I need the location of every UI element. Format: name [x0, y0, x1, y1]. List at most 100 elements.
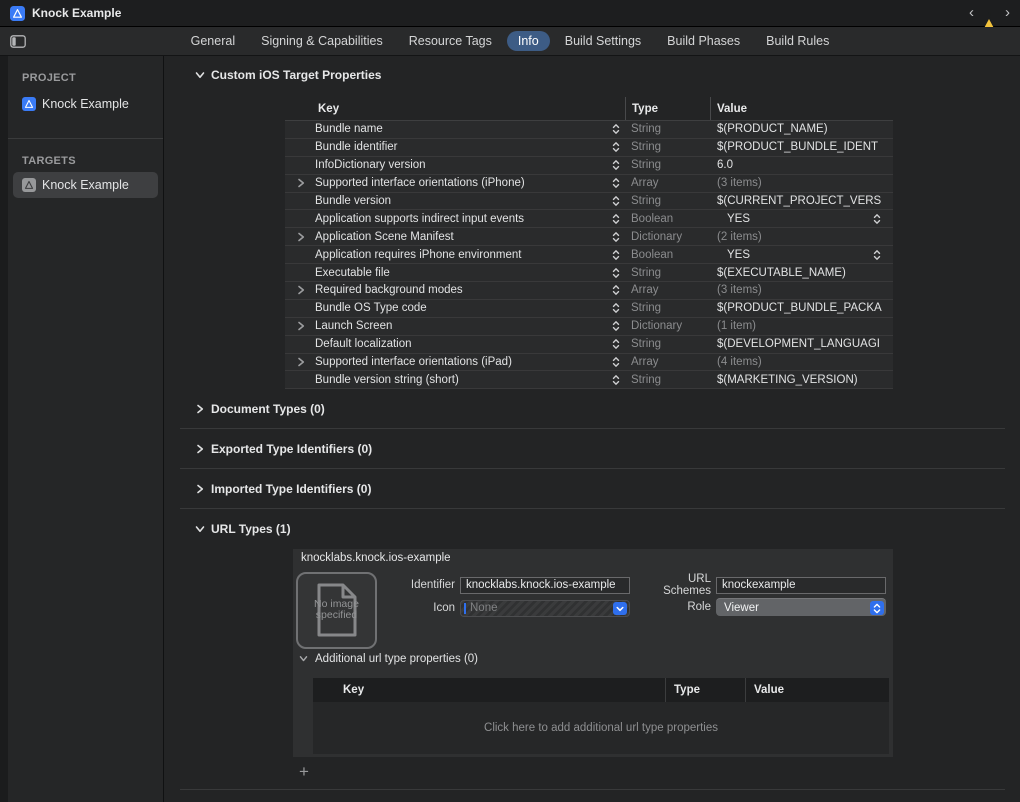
property-value[interactable]: $(CURRENT_PROJECT_VERS	[710, 195, 893, 207]
role-popup-button[interactable]: Viewer	[716, 598, 886, 616]
url-type-image-well[interactable]: No image specified	[296, 572, 377, 649]
key-stepper-icon[interactable]	[607, 159, 625, 171]
property-row[interactable]: Executable fileString$(EXECUTABLE_NAME)	[285, 264, 893, 282]
key-stepper-icon[interactable]	[607, 177, 625, 189]
chevron-down-icon[interactable]	[196, 524, 204, 534]
property-value[interactable]: $(PRODUCT_BUNDLE_PACKA	[710, 302, 893, 314]
section-separator	[180, 428, 1005, 429]
key-stepper-icon[interactable]	[607, 320, 625, 332]
chevron-right-icon[interactable]	[196, 484, 204, 494]
property-value[interactable]: (3 items)	[710, 284, 893, 296]
key-stepper-icon[interactable]	[607, 123, 625, 135]
property-row[interactable]: Bundle OS Type codeString$(PRODUCT_BUNDL…	[285, 300, 893, 318]
property-row[interactable]: Bundle versionString$(CURRENT_PROJECT_VE…	[285, 193, 893, 211]
section-separator	[180, 508, 1005, 509]
key-stepper-icon[interactable]	[607, 302, 625, 314]
property-row[interactable]: Required background modesArray(3 items)	[285, 282, 893, 300]
property-row[interactable]: Launch ScreenDictionary(1 item)	[285, 318, 893, 336]
property-value[interactable]: YES	[710, 249, 893, 261]
section-header-imported-type-identifiers-0-[interactable]: Imported Type Identifiers (0)	[196, 480, 1020, 498]
disclosure-chevron-icon[interactable]	[297, 285, 305, 295]
tab-strip: GeneralSigning & CapabilitiesResource Ta…	[180, 31, 841, 51]
custom-ios-target-properties-header[interactable]: Custom iOS Target Properties	[196, 66, 1020, 84]
section-header-exported-type-identifiers-0-[interactable]: Exported Type Identifiers (0)	[196, 440, 1020, 458]
url-types-section-header[interactable]: URL Types (1)	[196, 520, 1020, 538]
property-row[interactable]: InfoDictionary versionString6.0	[285, 157, 893, 175]
chevron-right-icon[interactable]	[196, 404, 204, 414]
property-value[interactable]: (4 items)	[710, 356, 893, 368]
warning-icon[interactable]: !	[982, 7, 997, 20]
key-stepper-icon[interactable]	[607, 231, 625, 243]
property-value[interactable]: $(DEVELOPMENT_LANGUAGI	[710, 338, 893, 350]
property-key-label: Supported interface orientations (iPhone…	[315, 177, 525, 189]
key-stepper-icon[interactable]	[607, 267, 625, 279]
next-issue-button[interactable]: ›	[1005, 6, 1010, 20]
property-key-label: InfoDictionary version	[315, 159, 426, 171]
chevron-right-icon[interactable]	[196, 444, 204, 454]
property-value-text: (3 items)	[717, 284, 762, 296]
url-schemes-label: URL Schemes	[641, 573, 711, 597]
property-row[interactable]: Bundle identifierString$(PRODUCT_BUNDLE_…	[285, 139, 893, 157]
property-value[interactable]: $(PRODUCT_BUNDLE_IDENT	[710, 141, 893, 153]
property-row[interactable]: Default localizationString$(DEVELOPMENT_…	[285, 336, 893, 354]
property-value[interactable]: (2 items)	[710, 231, 893, 243]
tab-info[interactable]: Info	[507, 31, 550, 51]
additional-properties-empty-area[interactable]: Click here to add additional url type pr…	[313, 702, 889, 754]
sidebar-item-project[interactable]: Knock Example	[13, 92, 158, 116]
additional-url-type-properties-header[interactable]: Additional url type properties (0)	[300, 653, 478, 665]
property-row[interactable]: Application supports indirect input even…	[285, 210, 893, 228]
property-value[interactable]: 6.0	[710, 159, 893, 171]
property-value[interactable]: $(EXECUTABLE_NAME)	[710, 267, 893, 279]
properties-table-header: Key Type Value	[285, 97, 893, 121]
disclosure-chevron-icon[interactable]	[297, 178, 305, 188]
chevron-down-icon[interactable]	[196, 70, 204, 80]
column-header-key: Key	[313, 678, 665, 702]
key-stepper-icon[interactable]	[607, 213, 625, 225]
sidebar-toggle-icon[interactable]	[9, 33, 27, 49]
key-stepper-icon[interactable]	[607, 338, 625, 350]
property-row[interactable]: Application requires iPhone environmentB…	[285, 246, 893, 264]
previous-issue-button[interactable]: ‹	[969, 6, 974, 20]
property-row[interactable]: Bundle version string (short)String$(MAR…	[285, 371, 893, 389]
property-row[interactable]: Application Scene ManifestDictionary(2 i…	[285, 228, 893, 246]
property-row[interactable]: Supported interface orientations (iPhone…	[285, 175, 893, 193]
chevron-down-icon[interactable]	[300, 654, 307, 663]
identifier-field[interactable]: knocklabs.knock.ios-example	[460, 577, 630, 594]
disclosure-chevron-icon[interactable]	[297, 321, 305, 331]
property-row[interactable]: Supported interface orientations (iPad)A…	[285, 354, 893, 372]
icon-combo-box[interactable]: None	[460, 600, 630, 617]
property-value[interactable]: (1 item)	[710, 320, 893, 332]
value-stepper-icon[interactable]	[873, 249, 881, 261]
tab-general[interactable]: General	[180, 31, 246, 51]
section-header-document-types-0-[interactable]: Document Types (0)	[196, 400, 1020, 418]
add-url-type-button[interactable]: +	[299, 764, 309, 779]
property-value[interactable]: YES	[710, 213, 893, 225]
sidebar-item-target[interactable]: Knock Example	[13, 172, 158, 198]
targets-section-header: TARGETS	[22, 155, 163, 169]
property-value[interactable]: (3 items)	[710, 177, 893, 189]
key-stepper-icon[interactable]	[607, 195, 625, 207]
property-key-label: Bundle identifier	[315, 141, 397, 153]
value-stepper-icon[interactable]	[873, 213, 881, 225]
disclosure-chevron-icon[interactable]	[297, 357, 305, 367]
tab-signing-capabilities[interactable]: Signing & Capabilities	[250, 31, 394, 51]
key-stepper-icon[interactable]	[607, 141, 625, 153]
key-stepper-icon[interactable]	[607, 249, 625, 261]
url-schemes-field[interactable]: knockexample	[716, 577, 886, 594]
property-key: Bundle OS Type code	[285, 302, 607, 314]
property-row[interactable]: Bundle nameString$(PRODUCT_NAME)	[285, 121, 893, 139]
key-stepper-icon[interactable]	[607, 356, 625, 368]
disclosure-chevron-icon[interactable]	[297, 232, 305, 242]
key-stepper-icon[interactable]	[607, 374, 625, 386]
property-value[interactable]: $(MARKETING_VERSION)	[710, 374, 893, 386]
tab-build-rules[interactable]: Build Rules	[755, 31, 840, 51]
combo-dropdown-button[interactable]	[613, 602, 627, 615]
property-value[interactable]: $(PRODUCT_NAME)	[710, 123, 893, 135]
tab-build-settings[interactable]: Build Settings	[554, 31, 652, 51]
key-stepper-icon[interactable]	[607, 284, 625, 296]
no-image-specified-label: No image specified	[308, 599, 366, 622]
tab-build-phases[interactable]: Build Phases	[656, 31, 751, 51]
issue-navigation: ‹ ! ›	[969, 6, 1010, 20]
tab-resource-tags[interactable]: Resource Tags	[398, 31, 503, 51]
title-bar: Knock Example ‹ ! ›	[0, 0, 1020, 27]
